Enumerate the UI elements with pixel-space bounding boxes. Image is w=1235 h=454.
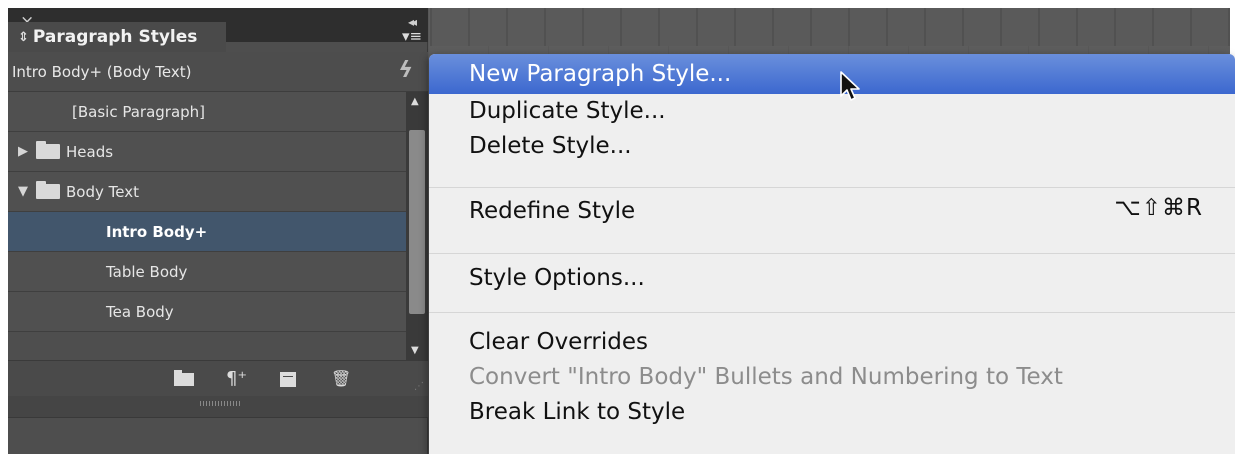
lightning-icon[interactable]: ϟ bbox=[398, 60, 413, 82]
scroll-up-icon[interactable]: ▲ bbox=[411, 96, 419, 107]
style-group-label: Heads bbox=[66, 142, 114, 161]
menu-item-style-options[interactable]: Style Options... bbox=[429, 254, 1235, 302]
folder-icon bbox=[174, 370, 194, 386]
resize-grip-icon[interactable]: ⋰ bbox=[414, 381, 424, 392]
trash-icon[interactable]: 🗑 bbox=[331, 370, 351, 388]
style-group-label: Body Text bbox=[66, 182, 139, 201]
menu-item-label: Break Link to Style bbox=[469, 399, 686, 425]
styles-list: [Basic Paragraph] ▶ Heads ▼ Body Text In… bbox=[8, 92, 406, 372]
style-label: [Basic Paragraph] bbox=[72, 102, 206, 121]
list-item[interactable]: ▶ Heads bbox=[8, 132, 406, 172]
scrollbar[interactable]: ▲ ▼ bbox=[406, 92, 428, 360]
mouse-pointer-icon bbox=[840, 71, 860, 101]
folder-icon bbox=[36, 141, 60, 159]
menu-separator bbox=[429, 312, 1235, 313]
list-item[interactable]: [Basic Paragraph] bbox=[8, 92, 406, 132]
menu-item-label: Delete Style... bbox=[469, 133, 632, 159]
list-item[interactable]: Intro Body+ bbox=[8, 212, 406, 252]
scroll-down-icon[interactable]: ▼ bbox=[411, 345, 419, 356]
menu-item-label: Style Options... bbox=[469, 265, 645, 291]
menu-item-redefine-style[interactable]: Redefine Style ⌥⇧⌘R bbox=[429, 188, 1235, 234]
style-label: Intro Body+ bbox=[106, 222, 208, 241]
menu-item-label: Convert "Intro Body" Bullets and Numberi… bbox=[469, 364, 1063, 390]
panel-bottom-bar bbox=[8, 396, 428, 418]
tab-paragraph-styles[interactable]: ⇕ Paragraph Styles bbox=[8, 22, 226, 52]
current-style-label: Intro Body+ (Body Text) bbox=[12, 62, 192, 81]
shortcut-label: ⌥⇧⌘R bbox=[1114, 195, 1203, 221]
menu-item-label: Redefine Style bbox=[469, 198, 636, 224]
menu-item-break-link[interactable]: Break Link to Style bbox=[429, 394, 1235, 430]
ruler-strip bbox=[430, 8, 1230, 46]
style-label: Table Body bbox=[106, 262, 188, 281]
menu-item-new-paragraph-style[interactable]: New Paragraph Style... bbox=[429, 54, 1235, 94]
menu-item-label: Clear Overrides bbox=[469, 329, 648, 355]
new-style-icon bbox=[280, 372, 296, 387]
tab-label: Paragraph Styles bbox=[32, 27, 198, 47]
triangle-right-icon[interactable]: ▶ bbox=[18, 144, 34, 159]
panel-flyout-menu: New Paragraph Style... Duplicate Style..… bbox=[429, 54, 1235, 454]
triangle-down-icon[interactable]: ▼ bbox=[18, 184, 34, 199]
paragraph-styles-panel: × ◂◂ ⇕ Paragraph Styles ▾≡ Intro Body+ (… bbox=[8, 8, 428, 454]
menu-item-convert-bullets: Convert "Intro Body" Bullets and Numberi… bbox=[429, 360, 1235, 394]
list-item[interactable]: ▼ Body Text bbox=[8, 172, 406, 212]
panel-menu-icon[interactable]: ▾≡ bbox=[401, 26, 423, 46]
panel-footer: ¶⁺ 🗑 ⋰ bbox=[8, 360, 428, 396]
menu-item-label: New Paragraph Style... bbox=[469, 61, 732, 87]
list-item[interactable]: Tea Body bbox=[8, 292, 406, 332]
folder-icon bbox=[36, 181, 60, 199]
current-style-indicator: Intro Body+ (Body Text) bbox=[8, 52, 428, 92]
menu-item-label: Duplicate Style... bbox=[469, 98, 666, 124]
clear-overrides-icon[interactable]: ¶⁺ bbox=[226, 370, 247, 388]
menu-item-clear-overrides[interactable]: Clear Overrides bbox=[429, 324, 1235, 360]
style-label: Tea Body bbox=[106, 302, 174, 321]
screen: × ◂◂ ⇕ Paragraph Styles ▾≡ Intro Body+ (… bbox=[0, 0, 1235, 454]
menu-item-duplicate-style[interactable]: Duplicate Style... bbox=[429, 94, 1235, 128]
scroll-thumb[interactable] bbox=[409, 130, 425, 314]
panel-grip[interactable] bbox=[200, 401, 240, 406]
list-item[interactable]: Table Body bbox=[8, 252, 406, 292]
tab-arrows-icon: ⇕ bbox=[18, 29, 29, 45]
menu-item-delete-style[interactable]: Delete Style... bbox=[429, 128, 1235, 164]
